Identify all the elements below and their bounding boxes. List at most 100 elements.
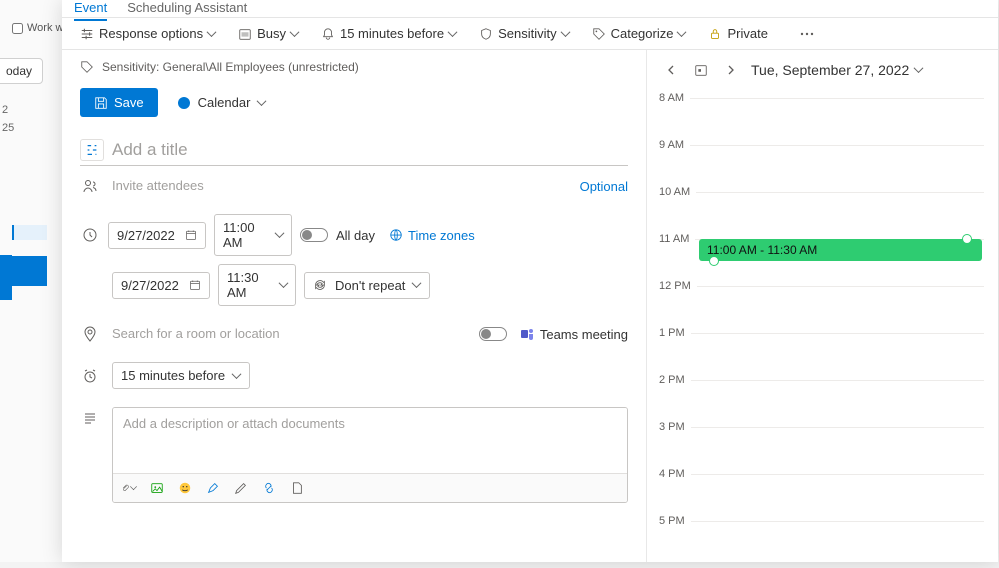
time-zones-label: Time zones (408, 228, 475, 243)
bg-event-slot2 (0, 255, 12, 300)
end-date-picker[interactable]: 9/27/2022 (112, 272, 210, 299)
insert-file-button[interactable] (289, 480, 305, 496)
more-toolbar-button[interactable] (792, 28, 822, 40)
event-form: Sensitivity: General\All Employees (unre… (62, 50, 647, 562)
reminder-value: 15 minutes before (121, 368, 225, 383)
attach-button[interactable] (121, 480, 137, 496)
time-zones-link[interactable]: Time zones (389, 228, 475, 243)
end-datetime-row: 9/27/2022 11:30 AM Don't repeat (112, 264, 628, 306)
sliders-icon (80, 27, 94, 41)
response-options-button[interactable]: Response options (72, 22, 224, 45)
end-time-picker[interactable]: 11:30 AM (218, 264, 296, 306)
day-preview-date-text: Tue, September 27, 2022 (751, 62, 909, 78)
pen-icon (234, 481, 248, 495)
paperclip-icon (121, 481, 130, 495)
teams-meeting-toggle[interactable] (479, 327, 507, 341)
bg-workweek: Work we (12, 22, 70, 34)
chevron-down-icon (233, 372, 241, 380)
bg-today-button: oday (0, 58, 43, 84)
save-button[interactable]: Save (80, 88, 158, 117)
reminder-toolbar-label: 15 minutes before (340, 26, 444, 41)
tab-scheduling-assistant[interactable]: Scheduling Assistant (127, 0, 247, 19)
all-day-label: All day (336, 228, 375, 243)
tab-event[interactable]: Event (74, 0, 107, 21)
start-date-picker[interactable]: 9/27/2022 (108, 222, 206, 249)
all-day-toggle[interactable] (300, 228, 328, 242)
file-icon (290, 481, 304, 495)
title-row (80, 135, 628, 166)
chevron-down-icon (449, 30, 457, 38)
end-date-value: 9/27/2022 (121, 278, 179, 293)
event-resize-handle-top[interactable] (962, 234, 972, 244)
save-label: Save (114, 95, 144, 110)
modal-content: Sensitivity: General\All Employees (unre… (62, 50, 998, 562)
event-toolbar: Response options Busy 15 minutes before … (62, 18, 998, 50)
hour-label: 10 AM (659, 186, 696, 198)
link-button[interactable] (261, 480, 277, 496)
save-row: Save Calendar (80, 88, 628, 117)
chevron-down-icon (413, 281, 421, 289)
prev-day-button[interactable] (661, 60, 681, 80)
calendar-icon (185, 229, 197, 241)
globe-icon (389, 228, 403, 242)
chevron-down-icon (915, 66, 923, 74)
preview-event-block[interactable]: 11:00 AM - 11:30 AM (699, 239, 982, 261)
modal-tabs: Event Scheduling Assistant (62, 0, 998, 18)
reminder-toolbar-button[interactable]: 15 minutes before (313, 22, 465, 45)
ellipsis-icon (800, 32, 814, 36)
today-nav-button[interactable] (691, 60, 711, 80)
chevron-down-icon (280, 281, 287, 289)
signature-button[interactable] (233, 480, 249, 496)
teams-icon (519, 326, 535, 342)
chevron-down-icon (258, 99, 266, 107)
alarm-icon (80, 368, 100, 384)
repeat-icon (313, 278, 327, 292)
sensitivity-label: Sensitivity (498, 26, 557, 41)
title-input-wrapper (80, 135, 628, 166)
day-preview-date[interactable]: Tue, September 27, 2022 (751, 62, 923, 78)
description-row (80, 405, 628, 427)
busy-status-button[interactable]: Busy (230, 22, 307, 45)
event-resize-handle-bottom[interactable] (709, 256, 719, 266)
end-time-value: 11:30 AM (227, 270, 272, 300)
private-button[interactable]: Private (700, 22, 775, 45)
chevron-down-icon (562, 30, 570, 38)
sensitivity-icon (479, 27, 493, 41)
location-row: Teams meeting (80, 322, 628, 346)
image-icon (150, 481, 164, 495)
sensitivity-button[interactable]: Sensitivity (471, 22, 578, 45)
image-button[interactable] (149, 480, 165, 496)
hour-label: 11 AM (659, 233, 695, 245)
response-options-label: Response options (99, 26, 203, 41)
highlight-icon (206, 481, 220, 495)
reminder-row: 15 minutes before (80, 362, 628, 389)
repeat-picker[interactable]: Don't repeat (304, 272, 430, 299)
teams-meeting-label: Teams meeting (540, 327, 628, 342)
chevron-down-icon (291, 30, 299, 38)
calendar-selector[interactable]: Calendar (178, 95, 267, 110)
day-preview-column: Tue, September 27, 2022 8 AM 9 AM 10 AM … (647, 50, 998, 562)
background-calendar: Work we oday 2 25 (0, 0, 70, 562)
time-grid[interactable]: 8 AM 9 AM 10 AM 11 AM 12 PM 1 PM 2 PM 3 … (661, 98, 984, 568)
chevron-down-icon (208, 30, 216, 38)
description-icon (80, 411, 100, 427)
lock-icon (708, 27, 722, 41)
hour-label: 5 PM (659, 515, 691, 527)
emoji-button[interactable] (177, 480, 193, 496)
categorize-button[interactable]: Categorize (584, 22, 695, 45)
attendees-input[interactable] (112, 174, 580, 198)
title-format-button[interactable] (80, 139, 104, 161)
optional-attendees-link[interactable]: Optional (580, 179, 628, 194)
sensitivity-tag-icon (80, 60, 94, 74)
event-modal: Event Scheduling Assistant Response opti… (62, 0, 998, 562)
hour-label: 9 AM (659, 139, 690, 151)
location-input[interactable] (112, 322, 467, 346)
bg-num2: 25 (2, 122, 14, 134)
tag-icon (592, 27, 606, 41)
reminder-picker[interactable]: 15 minutes before (112, 362, 250, 389)
next-day-button[interactable] (721, 60, 741, 80)
title-input[interactable] (112, 140, 628, 160)
start-time-picker[interactable]: 11:00 AM (214, 214, 292, 256)
highlight-button[interactable] (205, 480, 221, 496)
link-icon (262, 481, 276, 495)
